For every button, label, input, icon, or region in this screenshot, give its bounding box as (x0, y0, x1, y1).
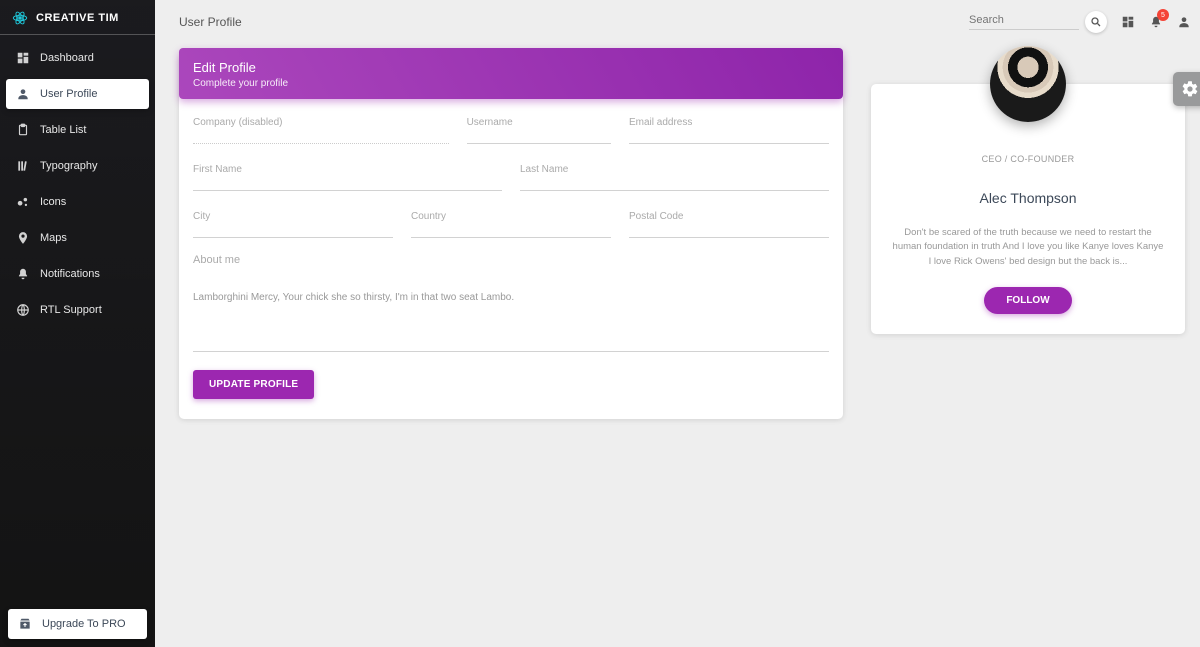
search-icon (1090, 16, 1102, 28)
sidebar-item-maps[interactable]: Maps (6, 223, 149, 253)
sidebar-item-table-list[interactable]: Table List (6, 115, 149, 145)
sidebar-item-label: Maps (40, 232, 67, 244)
company-input (193, 130, 449, 144)
edit-profile-card-body: Company (disabled) Username Email addres… (179, 99, 843, 419)
edit-profile-card-header: Edit Profile Complete your profile (179, 48, 843, 99)
topbar: User Profile 5 (155, 0, 1200, 38)
search-button[interactable] (1085, 11, 1107, 33)
city-input[interactable] (193, 224, 393, 238)
sidebar-item-label: Table List (40, 124, 86, 136)
sidebar-item-label: Icons (40, 196, 66, 208)
main: User Profile 5 Edit Profile Comp (155, 0, 1200, 647)
last-name-field[interactable]: Last Name (520, 164, 829, 191)
first-name-label: First Name (193, 164, 502, 175)
city-field[interactable]: City (193, 211, 393, 238)
notifications-button[interactable]: 5 (1149, 15, 1163, 29)
profile-card: CEO / CO-FOUNDER Alec Thompson Don't be … (871, 84, 1185, 334)
unarchive-icon (18, 617, 32, 631)
email-label: Email address (629, 117, 829, 128)
sidebar-item-label: RTL Support (40, 304, 102, 316)
email-input[interactable] (629, 130, 829, 144)
last-name-label: Last Name (520, 164, 829, 175)
react-logo-icon (12, 10, 28, 26)
country-field[interactable]: Country (411, 211, 611, 238)
edit-profile-card: Edit Profile Complete your profile Compa… (179, 56, 843, 419)
sidebar-item-label: Typography (40, 160, 97, 172)
sidebar-item-dashboard[interactable]: Dashboard (6, 43, 149, 73)
sidebar-item-notifications[interactable]: Notifications (6, 259, 149, 289)
clipboard-icon (16, 123, 30, 137)
upgrade-label: Upgrade To PRO (42, 618, 126, 630)
follow-button[interactable]: FOLLOW (984, 287, 1071, 314)
search-input[interactable] (969, 14, 1079, 26)
apps-button[interactable] (1121, 15, 1135, 29)
account-button[interactable] (1177, 15, 1191, 29)
page-title: User Profile (179, 15, 242, 29)
topbar-actions: 5 (1121, 15, 1191, 29)
settings-tab[interactable] (1173, 72, 1200, 106)
sidebar-nav: Dashboard User Profile Table List Typogr… (0, 35, 155, 325)
first-name-field[interactable]: First Name (193, 164, 502, 191)
sidebar-bottom: Upgrade To PRO (0, 601, 155, 647)
dashboard-icon (16, 51, 30, 65)
brand[interactable]: CREATIVE TIM (0, 0, 155, 35)
company-field: Company (disabled) (193, 117, 449, 144)
postal-input[interactable] (629, 224, 829, 238)
email-field[interactable]: Email address (629, 117, 829, 144)
upgrade-to-pro[interactable]: Upgrade To PRO (8, 609, 147, 639)
content: Edit Profile Complete your profile Compa… (155, 38, 1200, 419)
profile-bio: Don't be scared of the truth because we … (889, 226, 1167, 269)
card-title: Edit Profile (193, 60, 829, 75)
update-profile-button[interactable]: UPDATE PROFILE (193, 370, 314, 399)
sidebar-item-typography[interactable]: Typography (6, 151, 149, 181)
person-icon (1177, 15, 1191, 29)
company-label: Company (disabled) (193, 117, 449, 128)
location-icon (16, 231, 30, 245)
postal-label: Postal Code (629, 211, 829, 222)
card-subtitle: Complete your profile (193, 78, 829, 89)
username-label: Username (467, 117, 611, 128)
bubble-chart-icon (16, 195, 30, 209)
bell-icon (16, 267, 30, 281)
city-label: City (193, 211, 393, 222)
language-icon (16, 303, 30, 317)
country-input[interactable] (411, 224, 611, 238)
dashboard-icon (1121, 15, 1135, 29)
about-me-textarea[interactable]: Lamborghini Mercy, Your chick she so thi… (193, 266, 829, 352)
sidebar-item-label: Dashboard (40, 52, 94, 64)
sidebar: CREATIVE TIM Dashboard User Profile Tabl… (0, 0, 155, 647)
username-field[interactable]: Username (467, 117, 611, 144)
profile-name: Alec Thompson (889, 190, 1167, 206)
person-icon (16, 87, 30, 101)
country-label: Country (411, 211, 611, 222)
sidebar-item-icons[interactable]: Icons (6, 187, 149, 217)
avatar (990, 46, 1066, 122)
first-name-input[interactable] (193, 177, 502, 191)
sidebar-item-label: User Profile (40, 88, 97, 100)
gear-icon (1181, 80, 1199, 98)
library-icon (16, 159, 30, 173)
sidebar-item-label: Notifications (40, 268, 100, 280)
profile-role: CEO / CO-FOUNDER (889, 154, 1167, 164)
postal-field[interactable]: Postal Code (629, 211, 829, 238)
username-input[interactable] (467, 130, 611, 144)
about-me-label: About me (193, 254, 829, 266)
notification-badge: 5 (1157, 9, 1169, 21)
sidebar-item-user-profile[interactable]: User Profile (6, 79, 149, 109)
search-field[interactable] (969, 14, 1079, 30)
sidebar-item-rtl[interactable]: RTL Support (6, 295, 149, 325)
brand-name: CREATIVE TIM (36, 12, 119, 24)
last-name-input[interactable] (520, 177, 829, 191)
